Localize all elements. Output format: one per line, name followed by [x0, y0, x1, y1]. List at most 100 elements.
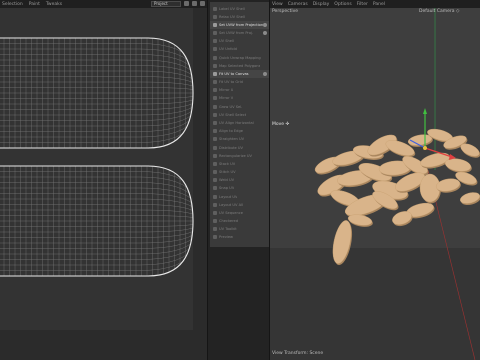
vp-menu-panel[interactable]: Panel [373, 2, 385, 7]
command-item-label: UV Sequence [219, 210, 243, 215]
command-item-label: Mirror V [219, 96, 234, 101]
command-item-label: Grow UV Sel. [219, 104, 243, 109]
sequence-icon [213, 210, 217, 215]
shell-icon [213, 6, 217, 11]
uv-square-icon[interactable] [184, 1, 189, 6]
floor-plane [270, 248, 480, 360]
command-item-label: Preview [219, 235, 233, 240]
command-item-label: Weld UV [219, 178, 235, 183]
uv-menu-tweaks[interactable]: Tweaks [46, 2, 62, 7]
distribute-icon [213, 145, 217, 150]
viewport-perspective-label[interactable]: Perspective [272, 9, 298, 14]
command-item[interactable]: Align to Edge [210, 128, 269, 135]
unwrap-icon [213, 55, 217, 60]
command-item[interactable]: Set UVW from Projection [210, 21, 269, 29]
command-palette: Label UV Shell Relax UV Shell Set UVW from… [207, 0, 270, 360]
command-item[interactable]: UV Sequence [210, 209, 269, 216]
command-item[interactable]: UV Shell [210, 38, 269, 45]
command-item-label: Snap UV [219, 186, 235, 191]
command-item[interactable]: Preview [210, 234, 269, 241]
vp-menu-view[interactable]: View [272, 2, 283, 7]
command-item-label: UV Toolkit [219, 227, 237, 232]
mirror-v-icon [213, 96, 217, 101]
info-icon[interactable] [263, 71, 267, 76]
command-item-label: Label UV Shell [219, 6, 245, 11]
command-item-label: Layout UV All [219, 202, 244, 207]
grow-icon [213, 104, 217, 109]
snap-icon [213, 186, 217, 191]
command-item-label: Set UVW from Projection [219, 22, 264, 27]
uv-menu-selection[interactable]: Selection [2, 2, 23, 7]
command-item[interactable]: Layout UV [210, 193, 269, 200]
command-item-label: Set UVW from Proj. [219, 31, 254, 36]
align-edge-icon [213, 129, 217, 134]
command-item[interactable]: Mirror V [210, 95, 269, 102]
command-item[interactable]: Stitch UV [210, 168, 269, 175]
relax-icon [213, 14, 217, 19]
command-item[interactable]: Layout UV All [210, 201, 269, 208]
select-icon [213, 112, 217, 117]
command-item[interactable]: Quick Unwrap Mapping [210, 54, 269, 61]
projection-icon [213, 31, 217, 36]
layout-icon [213, 194, 217, 199]
vp-menu-filter[interactable]: Filter [357, 2, 368, 7]
command-item-label: Map Selected Polygons [219, 63, 261, 68]
shell-icon [213, 39, 217, 44]
unfold-icon [213, 47, 217, 52]
command-item[interactable]: Fit UV to Canvas [210, 70, 269, 78]
gizmo-center[interactable] [423, 146, 427, 150]
command-item-label: Layout UV [219, 194, 238, 199]
uv-editor-panel: Selection Paint Tweaks Project [0, 0, 207, 360]
viewport-menubar: View Cameras Display Options Filter Pane… [270, 0, 480, 8]
command-item[interactable]: UV Align Horizontal [210, 119, 269, 126]
command-item-label: Straighten UV [219, 137, 245, 142]
command-item[interactable]: UV Unfold [210, 46, 269, 53]
info-icon[interactable] [263, 22, 267, 27]
info-icon[interactable] [263, 31, 267, 36]
layout-icon [213, 202, 217, 207]
command-item-label: Mirror U [219, 88, 234, 93]
vp-menu-display[interactable]: Display [313, 2, 330, 7]
command-item-label: UV Shell [219, 39, 234, 44]
command-item[interactable]: Fit UV to Grid [210, 79, 269, 86]
command-item-label: Fit UV to Grid [219, 80, 243, 85]
weld-icon [213, 178, 217, 183]
command-item[interactable]: Label UV Shell [210, 5, 269, 12]
command-item[interactable]: Rectangularize UV [210, 152, 269, 159]
map-icon [213, 63, 217, 68]
viewport-panel: View Cameras Display Options Filter Pane… [270, 0, 480, 360]
rect-icon [213, 153, 217, 158]
command-item[interactable]: Stack UV [210, 160, 269, 167]
checker-icon [213, 219, 217, 224]
command-item[interactable]: Grow UV Sel. [210, 103, 269, 110]
command-item[interactable]: Straighten UV [210, 136, 269, 143]
projection-icon [213, 22, 217, 27]
viewport-move-label: Move ✣ [272, 122, 290, 127]
vp-menu-options[interactable]: Options [334, 2, 351, 7]
uv-link-icon[interactable] [200, 1, 205, 6]
straighten-icon [213, 137, 217, 142]
command-item[interactable]: UV Toolkit [210, 226, 269, 233]
uv-lock-icon[interactable] [192, 1, 197, 6]
command-item[interactable]: Checkered [210, 217, 269, 224]
command-item-label: Relax UV Shell [219, 14, 246, 19]
command-item[interactable]: Set UVW from Proj. [210, 30, 269, 37]
uv-canvas[interactable] [0, 8, 207, 360]
uv-menu-paint[interactable]: Paint [29, 2, 40, 7]
uv-project-dropdown[interactable]: Project [151, 1, 181, 7]
viewport-camera-label[interactable]: Default Camera ◇ [419, 9, 459, 14]
command-item[interactable]: Distribute UV [210, 144, 269, 151]
align-h-icon [213, 120, 217, 125]
uv-tile [0, 8, 193, 330]
command-item-label: Rectangularize UV [219, 153, 252, 158]
command-item-label: Quick Unwrap Mapping [219, 55, 261, 60]
command-item[interactable]: Map Selected Polygons [210, 62, 269, 69]
command-item[interactable]: Weld UV [210, 177, 269, 184]
command-item[interactable]: UV Shell Select [210, 111, 269, 118]
command-item[interactable]: Mirror U [210, 87, 269, 94]
command-item[interactable]: Snap UV [210, 185, 269, 192]
viewport-canvas[interactable] [270, 8, 480, 360]
command-item[interactable]: Relax UV Shell [210, 13, 269, 20]
preview-icon [213, 235, 217, 240]
vp-menu-cameras[interactable]: Cameras [288, 2, 308, 7]
